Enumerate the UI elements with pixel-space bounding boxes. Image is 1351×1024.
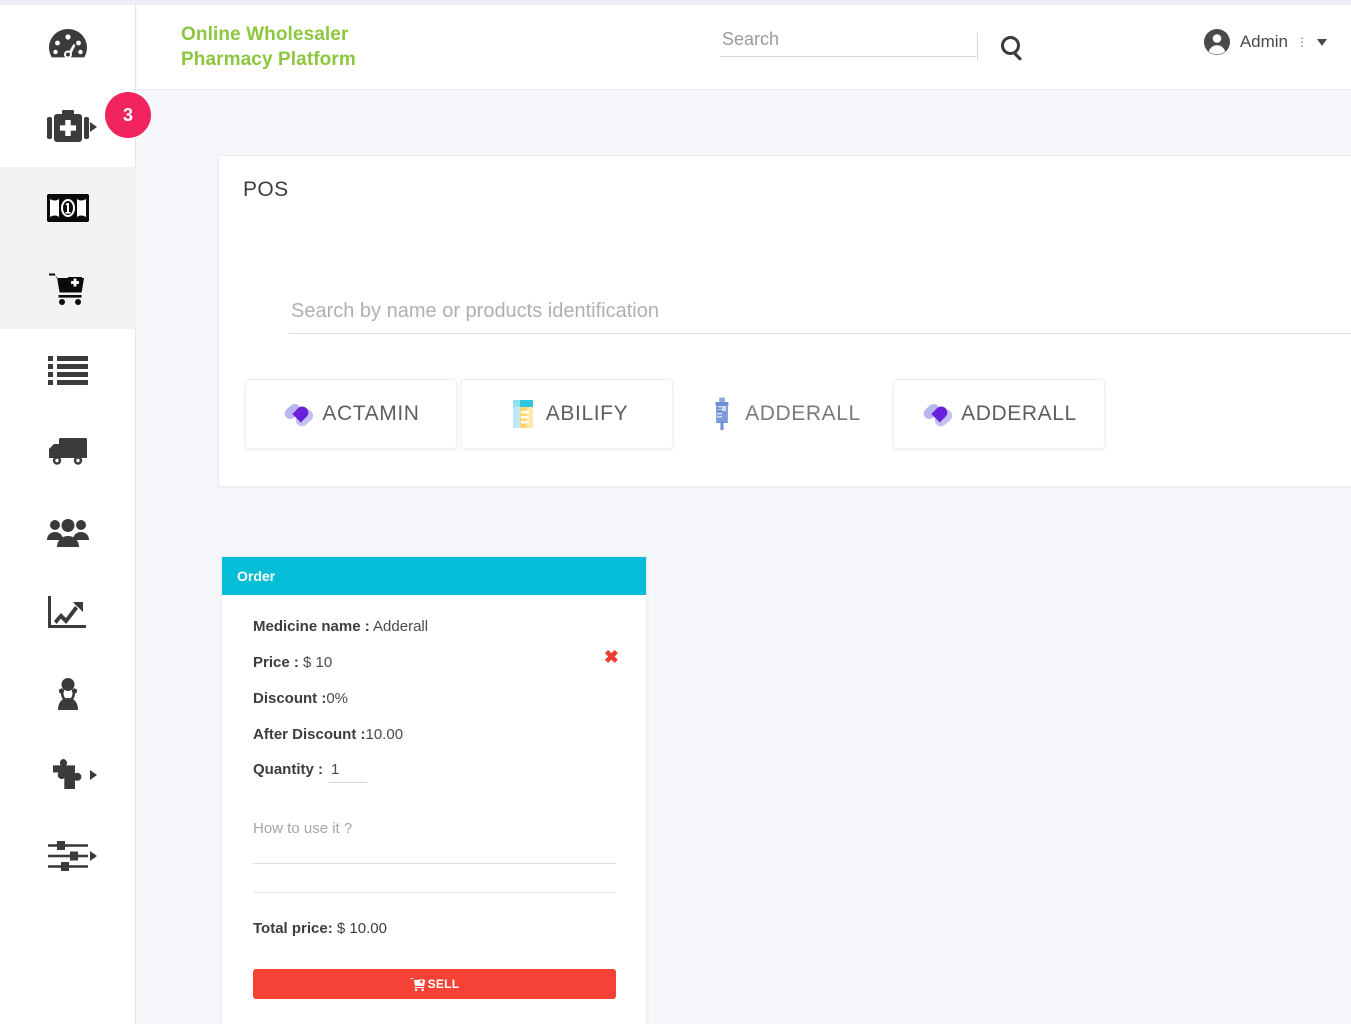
order-panel-header: Order [222,557,646,595]
cart-plus-icon [48,271,88,307]
order-price: Price : $ 10 [253,653,616,673]
brand-line-1: Online Wholesaler [181,24,349,45]
search-input[interactable] [720,27,976,57]
sell-button-label: SELL [427,977,460,991]
sidebar-item-shipping[interactable] [0,410,136,491]
product-chip-actamin[interactable]: ACTAMIN [245,379,457,449]
product-chip-adderall[interactable]: ADDERALL [893,379,1105,449]
order-medicine-name: Medicine name : Adderall [253,617,616,637]
sidebar-item-dashboard[interactable] [0,5,136,86]
sidebar-item-doctors[interactable] [0,653,136,734]
sidebar-item-extensions[interactable] [0,734,136,815]
sidebar-item-pos[interactable] [0,248,136,329]
cart-plus-icon [410,977,427,992]
order-after-discount-label: After Discount : [253,726,366,743]
order-quantity-row: Quantity : [253,761,616,783]
order-total: Total price: $ 10.00 [253,920,616,937]
product-chip-label: ACTAMIN [322,402,420,425]
banknote-icon [46,193,90,223]
chevron-down-icon [1317,38,1327,46]
order-panel: Order ✖ Medicine name : Adderall Price :… [221,556,647,1024]
product-chip-label: ADDERALL [961,402,1077,425]
howto-wrapper [253,819,616,893]
chevron-right-icon [90,121,97,132]
sidebar-badge-medicine: 3 [105,92,151,138]
howto-divider-1 [253,863,616,864]
product-chip-label: ADDERALL [745,402,861,425]
sell-button[interactable]: SELL [253,969,616,999]
medical-kit-icon [45,108,91,146]
order-total-value: $ 10.00 [336,920,387,937]
user-md-icon [50,677,86,711]
sidebar-item-medicine[interactable]: 3 [0,86,151,167]
product-chip-abilify[interactable]: ABILIFY [461,379,673,449]
product-suggestion-list: ACTAMIN ABILIFY ADDERALL ADDERALL [245,379,1109,449]
search-icon [999,34,1027,65]
close-icon[interactable]: ✖ [604,648,619,666]
syringe-icon [705,397,739,431]
chevron-right-icon [90,769,97,780]
sidebar: 3 [0,5,151,1024]
order-price-value: $ 10 [303,654,333,671]
order-discount: Discount :0% [253,689,616,709]
app-root: 3 Online Wholesaler Pharmacy Platform Se… [0,0,1351,1024]
sidebar-item-payments[interactable] [0,167,136,248]
howto-divider-2 [253,892,616,893]
sidebar-item-reports[interactable] [0,572,136,653]
order-after-discount-value: 10.00 [365,726,404,743]
order-quantity-label: Quantity : [253,761,323,778]
pill-bottle-icon [506,397,540,431]
order-medicine-name-label: Medicine name : [253,618,370,635]
product-chip-adderall-syringe[interactable]: ADDERALL [677,379,889,449]
puzzle-piece-icon [50,758,86,792]
brand-line-2: Pharmacy Platform [181,49,356,70]
brand-logo[interactable]: Online Wholesaler Pharmacy Platform [181,22,356,72]
sidebar-item-settings[interactable] [0,815,136,896]
user-circle-icon [1202,27,1232,57]
list-icon [48,355,88,385]
sidebar-item-orders-list[interactable] [0,329,136,410]
order-total-label: Total price: [253,920,333,937]
product-chip-label: ABILIFY [545,402,629,425]
quantity-input[interactable] [329,761,367,783]
order-price-label: Price : [253,654,299,671]
truck-icon [47,436,89,466]
pos-card: POS ACTAMIN [218,155,1351,487]
order-panel-body: ✖ Medicine name : Adderall Price : $ 10 … [222,595,646,1024]
order-panel-title: Order [237,568,276,584]
sidebar-item-customers[interactable] [0,491,136,572]
order-medicine-name-value: Adderall [373,618,429,635]
user-menu-dots: ⋮ [1296,35,1309,49]
sliders-icon [48,840,88,872]
header-divider [977,33,978,61]
chevron-right-icon [90,850,97,861]
header-search-wrapper [720,27,976,57]
order-discount-label: Discount : [253,690,327,707]
product-search-input[interactable] [289,296,1351,334]
chart-line-icon [48,595,88,630]
search-button[interactable] [993,29,1033,69]
user-menu[interactable]: Admin ⋮ [1202,27,1327,57]
users-icon [47,516,89,548]
top-header: Online Wholesaler Pharmacy Platform Sear… [137,5,1351,90]
order-after-discount: After Discount :10.00 [253,725,616,745]
pos-search-wrapper [289,296,1351,334]
speedometer-icon [47,27,89,65]
order-discount-value: 0% [326,690,349,707]
pill-capsule-icon [921,397,955,431]
pill-capsule-icon [282,397,316,431]
page-title: POS [243,178,289,201]
user-name-label: Admin [1239,32,1288,51]
how-to-use-input[interactable] [253,819,616,841]
